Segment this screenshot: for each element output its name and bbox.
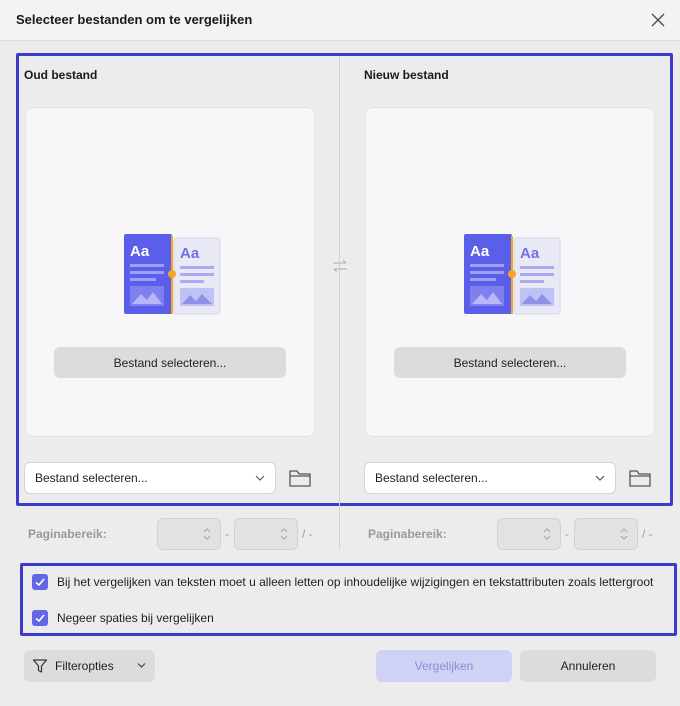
range-dash: - (225, 527, 229, 541)
checkmark-icon (35, 614, 45, 623)
ignore-spaces-label: Negeer spaties bij vergelijken (57, 611, 214, 625)
new-file-drop-area[interactable]: Aa Aa Bestand selecteren... (365, 107, 655, 437)
svg-text:Aa: Aa (470, 243, 490, 260)
ignore-spaces-checkbox[interactable] (32, 610, 48, 626)
old-file-select-button[interactable]: Bestand selecteren... (54, 347, 286, 378)
spinner-arrows-icon (543, 528, 551, 540)
new-file-select-button[interactable]: Bestand selecteren... (394, 347, 626, 378)
new-file-heading: Nieuw bestand (364, 68, 449, 82)
filter-icon (32, 659, 48, 673)
compare-button[interactable]: Vergelijken (376, 650, 512, 682)
spinner-arrows-icon (620, 528, 628, 540)
filter-options-label: Filteropties (55, 659, 114, 673)
new-file-combobox-value: Bestand selecteren... (375, 471, 488, 485)
spinner-arrows-icon (203, 528, 211, 540)
new-page-start-spinner[interactable] (497, 518, 561, 550)
old-page-end-spinner[interactable] (234, 518, 298, 550)
old-file-combobox[interactable]: Bestand selecteren... (24, 462, 276, 494)
swap-arrows-icon[interactable] (331, 257, 349, 275)
range-total: / - (642, 527, 653, 541)
svg-text:Aa: Aa (130, 243, 150, 260)
old-page-start-spinner[interactable] (157, 518, 221, 550)
chevron-down-icon (137, 663, 146, 668)
chevron-down-icon (595, 475, 605, 481)
filter-options-button[interactable]: Filteropties (24, 650, 155, 682)
dialog-title: Selecteer bestanden om te vergelijken (16, 12, 253, 27)
text-attributes-label: Bij het vergelijken van teksten moet u a… (57, 575, 654, 589)
old-file-heading: Oud bestand (24, 68, 98, 82)
folder-icon[interactable] (288, 467, 312, 489)
text-attributes-checkbox[interactable] (32, 574, 48, 590)
cancel-button[interactable]: Annuleren (520, 650, 656, 682)
pane-divider (339, 56, 340, 549)
new-page-end-spinner[interactable] (574, 518, 638, 550)
options-frame (20, 563, 677, 636)
checkmark-icon (35, 578, 45, 587)
svg-text:Aa: Aa (180, 245, 200, 262)
old-file-drop-area[interactable]: Aa Aa Bestand selecteren... (25, 107, 315, 437)
close-button[interactable] (646, 8, 670, 32)
old-file-combobox-value: Bestand selecteren... (35, 471, 148, 485)
compare-documents-illustration: Aa Aa (464, 234, 561, 315)
folder-icon[interactable] (628, 467, 652, 489)
spinner-arrows-icon (280, 528, 288, 540)
range-total: / - (302, 527, 313, 541)
chevron-down-icon (255, 475, 265, 481)
new-page-range-label: Paginabereik: (368, 527, 447, 541)
new-file-combobox[interactable]: Bestand selecteren... (364, 462, 616, 494)
compare-documents-illustration: Aa Aa (124, 234, 221, 315)
svg-text:Aa: Aa (520, 245, 540, 262)
old-page-range-label: Paginabereik: (28, 527, 107, 541)
dialog-titlebar: Selecteer bestanden om te vergelijken (0, 0, 680, 41)
range-dash: - (565, 527, 569, 541)
close-icon (651, 13, 665, 27)
